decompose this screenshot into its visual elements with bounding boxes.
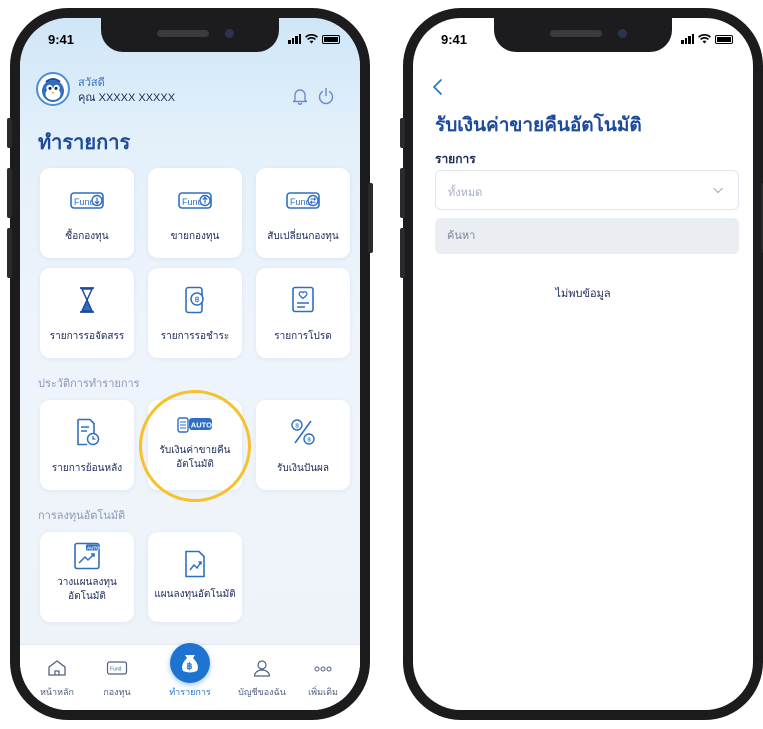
svg-text:AUTO: AUTO: [87, 545, 100, 550]
signal-icon: [288, 34, 301, 44]
tile-label: สับเปลี่ยนกองทุน: [267, 231, 339, 242]
user-name: คุณ XXXXX XXXXX: [78, 92, 176, 104]
tile-label-line2: อัตโนมัติ: [68, 591, 106, 602]
empty-state-message: ไม่พบข้อมูล: [555, 288, 611, 300]
tab-fund[interactable]: Fund กองทุน: [86, 659, 148, 699]
phone-volume-up-button: [400, 168, 405, 218]
favorite-list-button[interactable]: รายการโปรด: [256, 268, 350, 358]
signal-icon: [681, 34, 694, 44]
favorite-list-icon: [292, 286, 314, 313]
sell-fund-button[interactable]: Fund ขายกองทุน: [148, 168, 242, 258]
status-time: 9:41: [48, 32, 75, 47]
bottom-tab-bar: หน้าหลัก Fund กองทุน ฿ ทำรายการ บัญชีของ…: [20, 643, 360, 710]
svg-text:Fund: Fund: [182, 197, 203, 207]
tab-account[interactable]: บัญชีของฉัน: [231, 659, 293, 699]
avatar[interactable]: [36, 72, 70, 106]
battery-icon: [322, 35, 340, 44]
more-icon: [314, 666, 332, 672]
transaction-icon: ฿: [182, 655, 198, 673]
auto-plan-setup-button[interactable]: AUTO วางแผนลงทุน อัตโนมัติ: [40, 532, 134, 622]
fund-sell-icon: Fund: [178, 192, 212, 209]
svg-text:Fund: Fund: [74, 197, 95, 207]
page-title: รับเงินค่าขายคืนอัตโนมัติ: [435, 115, 642, 136]
status-bar: 9:41: [42, 32, 340, 48]
battery-icon: [715, 35, 733, 44]
status-bar: 9:41: [435, 32, 733, 48]
auto-plan-icon: AUTO: [74, 542, 100, 570]
svg-text:฿: ฿: [295, 422, 299, 429]
pending-allocation-button[interactable]: รายการรอจัดสรร: [40, 268, 134, 358]
tab-label: เพิ่มเติม: [308, 687, 338, 697]
phone-side-button: [400, 118, 405, 148]
tile-label: รายการรอชำระ: [160, 331, 230, 342]
tab-transaction[interactable]: ฿ ทำรายการ: [159, 643, 221, 699]
history-section-title: ประวัติการทำรายการ: [38, 378, 140, 390]
transaction-history-button[interactable]: รายการย้อนหลัง: [40, 400, 134, 490]
phone-volume-down-button: [7, 228, 12, 278]
dividend-percent-icon: ฿ ฿: [291, 419, 315, 445]
tile-label: รับเงินปันผล: [276, 463, 330, 474]
tile-label: ซื้อกองทุน: [65, 231, 109, 242]
history-document-icon: [77, 418, 100, 446]
fund-buy-icon: Fund: [70, 192, 104, 209]
search-input[interactable]: [435, 218, 739, 254]
phone-side-button: [7, 118, 12, 148]
transaction-tab-button[interactable]: ฿: [170, 643, 210, 683]
home-screen: 9:41 สวัสดี คุณ XXXXX XXXXX ทำรายการ Fun…: [20, 18, 360, 710]
fund-icon: Fund: [106, 661, 128, 675]
phone-volume-up-button: [7, 168, 12, 218]
wifi-icon: [698, 34, 711, 44]
power-icon[interactable]: [316, 86, 336, 106]
page-title: ทำรายการ: [38, 132, 131, 154]
fund-switch-icon: Fund: [286, 192, 320, 209]
hourglass-icon: [80, 287, 94, 313]
svg-text:Fund: Fund: [110, 667, 122, 673]
phone-volume-down-button: [400, 228, 405, 278]
phone-frame-left: 9:41 สวัสดี คุณ XXXXX XXXXX ทำรายการ Fun…: [7, 8, 373, 720]
chevron-down-icon: [713, 187, 723, 194]
account-icon: [253, 660, 271, 677]
tab-label: หน้าหลัก: [39, 687, 75, 697]
auto-plan-list-button[interactable]: แผนลงทุนอัตโนมัติ: [148, 532, 242, 622]
buy-fund-button[interactable]: Fund ซื้อกองทุน: [40, 168, 134, 258]
tile-label: แผนลงทุนอัตโนมัติ: [154, 589, 236, 600]
phone-power-button: [368, 183, 373, 253]
back-chevron-icon[interactable]: [431, 78, 445, 96]
svg-text:฿: ฿: [307, 436, 311, 443]
mascot-avatar-icon: [42, 78, 64, 102]
tile-label: รายการโปรด: [274, 331, 332, 342]
bell-icon[interactable]: [290, 86, 310, 106]
pending-payment-button[interactable]: ฿ รายการรอชำระ: [148, 268, 242, 358]
tab-label: ทำรายการ: [169, 687, 211, 697]
highlight-ring: [139, 390, 251, 502]
tile-label: รายการรอจัดสรร: [49, 331, 125, 342]
wifi-icon: [305, 34, 318, 44]
auto-plan-chart-icon: [185, 550, 205, 578]
dividend-button[interactable]: ฿ ฿ รับเงินปันผล: [256, 400, 350, 490]
tab-label: บัญชีของฉัน: [238, 687, 286, 697]
status-time: 9:41: [441, 32, 468, 47]
tile-label-line1: วางแผนลงทุน: [57, 577, 117, 588]
svg-text:฿: ฿: [187, 661, 193, 671]
tile-label: รายการย้อนหลัง: [51, 463, 123, 474]
switch-fund-button[interactable]: Fund สับเปลี่ยนกองทุน: [256, 168, 350, 258]
tab-more[interactable]: เพิ่มเติม: [292, 659, 354, 699]
svg-text:฿: ฿: [195, 295, 200, 304]
auto-redemption-screen: 9:41 รับเงินค่าขายคืนอัตโนมัติ รายการ ทั…: [413, 18, 753, 710]
tile-label: ขายกองทุน: [170, 231, 220, 242]
filter-dropdown[interactable]: ทั้งหมด: [435, 170, 739, 210]
payment-pending-icon: ฿: [185, 286, 204, 314]
svg-text:Fund: Fund: [290, 197, 311, 207]
auto-invest-section-title: การลงทุนอัตโนมัติ: [38, 510, 126, 522]
phone-frame-right: 9:41 รับเงินค่าขายคืนอัตโนมัติ รายการ ทั…: [400, 8, 763, 720]
filter-label: รายการ: [435, 152, 476, 166]
filter-selected-value: ทั้งหมด: [448, 187, 483, 199]
tab-label: กองทุน: [103, 687, 131, 697]
tab-home[interactable]: หน้าหลัก: [26, 659, 88, 699]
home-icon: [48, 660, 66, 676]
